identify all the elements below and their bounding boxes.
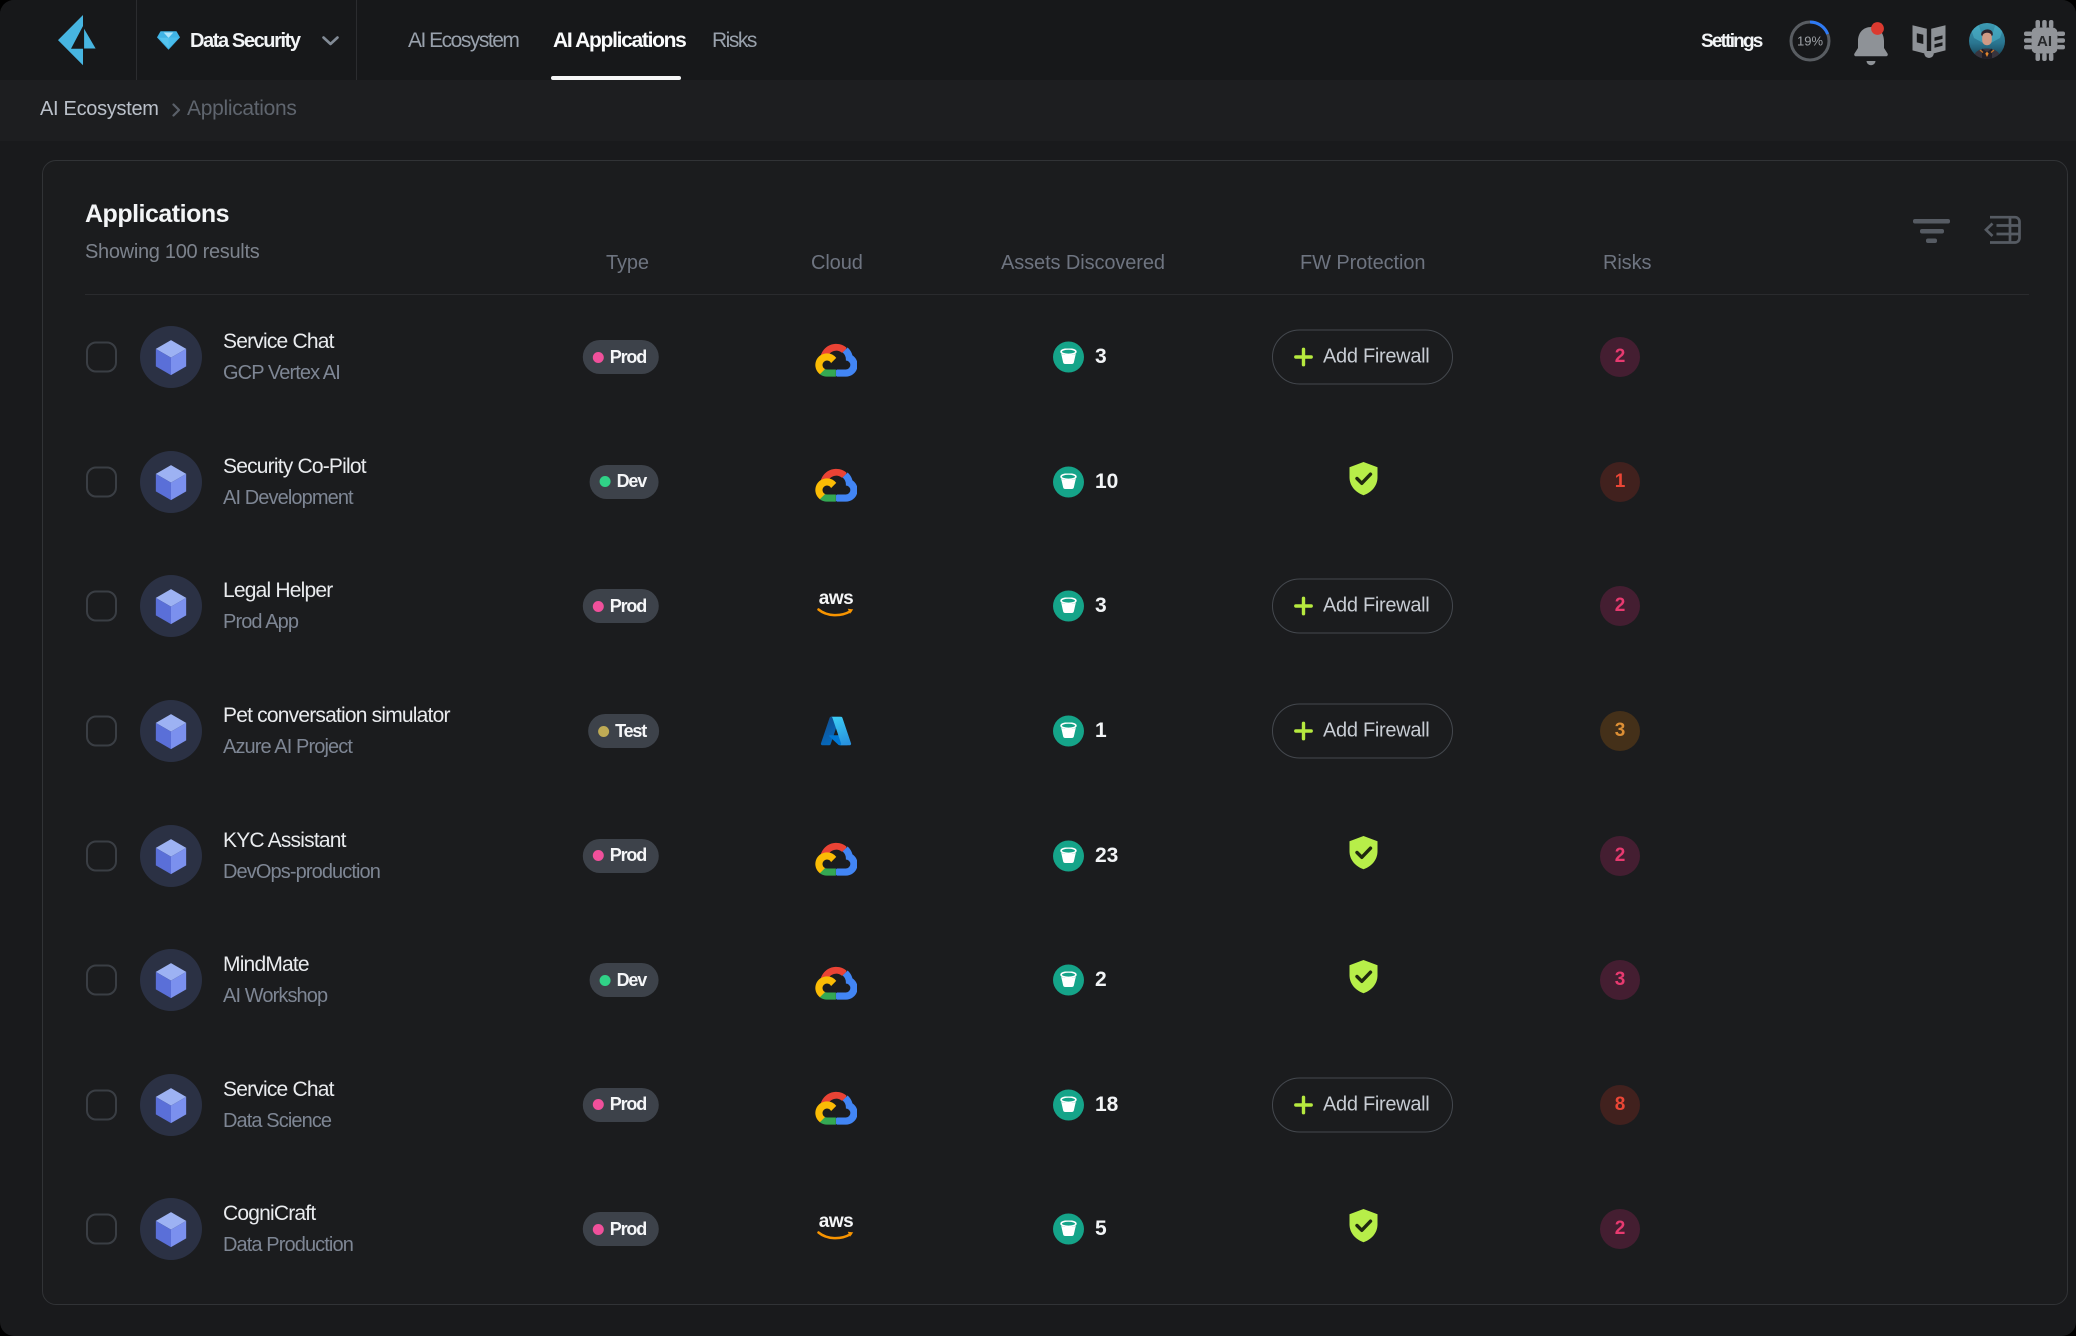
svg-text:AI: AI [2037, 33, 2052, 50]
svg-text:19%: 19% [1797, 34, 1823, 49]
